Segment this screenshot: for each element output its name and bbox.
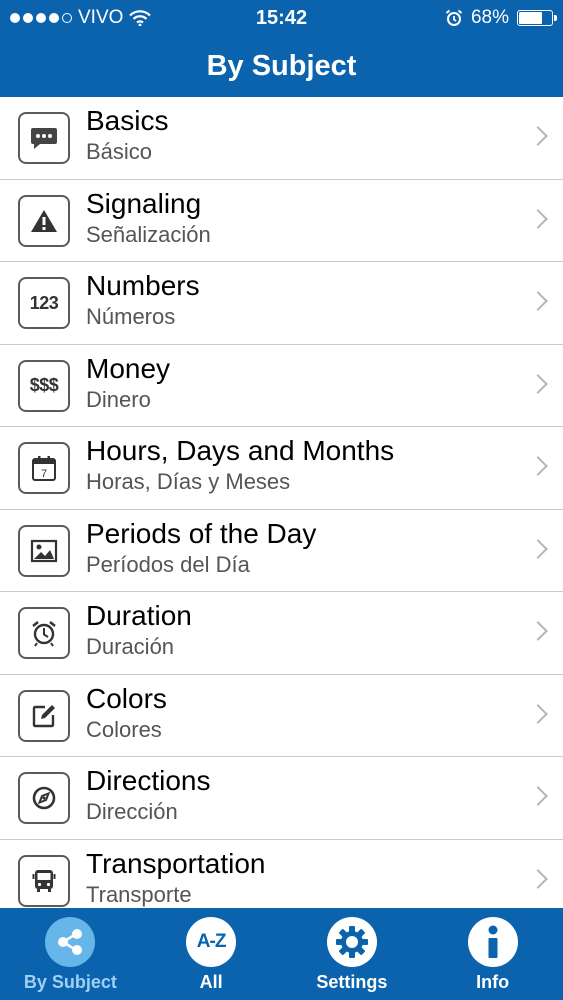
signal-strength-icon bbox=[10, 13, 72, 23]
carrier-label: VIVO bbox=[78, 7, 124, 28]
chevron-right-icon bbox=[528, 291, 548, 311]
tab-label: All bbox=[199, 972, 223, 992]
tab-label: Info bbox=[476, 972, 510, 992]
chevron-right-icon bbox=[528, 373, 548, 394]
item-title: Money bbox=[86, 352, 171, 384]
status-bar: VIVO 15:42 68% bbox=[0, 0, 563, 36]
list-item[interactable]: 7 Hours, Days and Months Horas, Días y Me… bbox=[0, 427, 563, 510]
list-item[interactable]: Basics Básico bbox=[0, 97, 563, 180]
gear-icon bbox=[326, 917, 377, 967]
calendar-icon: 7 bbox=[18, 442, 70, 494]
list-item[interactable]: Directions Dirección bbox=[0, 757, 563, 840]
calendar-icon-text: 7 bbox=[41, 468, 47, 480]
chevron-right-icon bbox=[528, 703, 548, 724]
status-right: 68% bbox=[445, 7, 557, 29]
item-subtitle: Colores bbox=[86, 716, 162, 742]
chat-bubble-icon bbox=[18, 112, 70, 164]
compass-icon bbox=[18, 772, 70, 824]
item-title: Directions bbox=[86, 765, 211, 796]
tab-all[interactable]: A-Z All bbox=[141, 908, 282, 1000]
item-subtitle: Señalización bbox=[86, 221, 211, 247]
tab-by-subject[interactable]: By Subject bbox=[0, 908, 141, 1000]
tab-label: Settings bbox=[316, 972, 388, 992]
info-icon bbox=[467, 917, 518, 967]
item-subtitle: Transporte bbox=[86, 881, 192, 907]
item-title: Transportation bbox=[86, 847, 266, 879]
tab-bar: By Subject A-Z All Settings Info bbox=[0, 908, 563, 1000]
tab-info[interactable]: Info bbox=[422, 908, 563, 1000]
chevron-right-icon bbox=[528, 208, 548, 229]
share-icon bbox=[45, 917, 96, 967]
item-subtitle: Períodos del Día bbox=[86, 551, 250, 577]
item-title: Numbers bbox=[86, 270, 200, 301]
chevron-right-icon bbox=[528, 621, 548, 641]
numbers-icon-text: 123 bbox=[29, 292, 59, 313]
battery-icon bbox=[517, 10, 557, 26]
alarm-clock-icon bbox=[18, 607, 70, 659]
item-subtitle: Números bbox=[86, 304, 176, 329]
item-subtitle: Dinero bbox=[86, 386, 151, 412]
battery-fill bbox=[519, 12, 543, 24]
item-title: Hours, Days and Months bbox=[86, 435, 395, 466]
item-title: Colors bbox=[86, 682, 167, 714]
a-z-icon-text: A-Z bbox=[196, 931, 227, 952]
list-item[interactable]: Colors Colores bbox=[0, 675, 563, 757]
list-item[interactable]: $$$ Money Dinero bbox=[0, 345, 563, 427]
status-left: VIVO bbox=[10, 7, 210, 29]
numbers-icon: 123 bbox=[18, 277, 70, 329]
item-subtitle: Duración bbox=[86, 634, 175, 659]
subject-list: Basics Básico Signaling Señalización 123 N… bbox=[0, 97, 563, 908]
list-item[interactable]: Duration Duración bbox=[0, 592, 563, 675]
alarm-icon bbox=[445, 9, 463, 26]
nav-bar: By Subject bbox=[0, 36, 563, 97]
item-subtitle: Dirección bbox=[86, 799, 178, 824]
item-subtitle: Básico bbox=[86, 139, 153, 164]
picture-icon bbox=[18, 524, 70, 577]
chevron-right-icon bbox=[528, 126, 548, 146]
tab-settings[interactable]: Settings bbox=[282, 908, 423, 1000]
money-icon-text: $$$ bbox=[29, 375, 59, 395]
bus-icon bbox=[18, 854, 70, 907]
list-item[interactable]: Periods of the Day Períodos del Día bbox=[0, 510, 563, 592]
battery-percent: 68% bbox=[470, 7, 509, 28]
warning-icon bbox=[18, 194, 70, 247]
item-subtitle: Horas, Días y Meses bbox=[86, 469, 291, 494]
chevron-right-icon bbox=[528, 538, 548, 559]
chevron-right-icon bbox=[528, 456, 548, 476]
item-title: Signaling bbox=[86, 187, 202, 219]
tab-label: By Subject bbox=[23, 972, 117, 992]
list-item[interactable]: Signaling Señalización bbox=[0, 180, 563, 262]
page-title: By Subject bbox=[206, 50, 357, 82]
wifi-icon bbox=[129, 10, 152, 26]
item-title: Duration bbox=[86, 600, 192, 631]
list-item[interactable]: Transportation Transporte bbox=[0, 840, 563, 909]
a-z-icon: A-Z bbox=[186, 917, 237, 967]
chevron-right-icon bbox=[528, 868, 548, 889]
edit-icon bbox=[18, 689, 70, 742]
chevron-right-icon bbox=[528, 786, 548, 806]
money-icon: $$$ bbox=[18, 359, 70, 412]
item-title: Basics bbox=[86, 105, 169, 136]
list-item[interactable]: 123 Numbers Números bbox=[0, 262, 563, 345]
item-title: Periods of the Day bbox=[86, 517, 317, 549]
